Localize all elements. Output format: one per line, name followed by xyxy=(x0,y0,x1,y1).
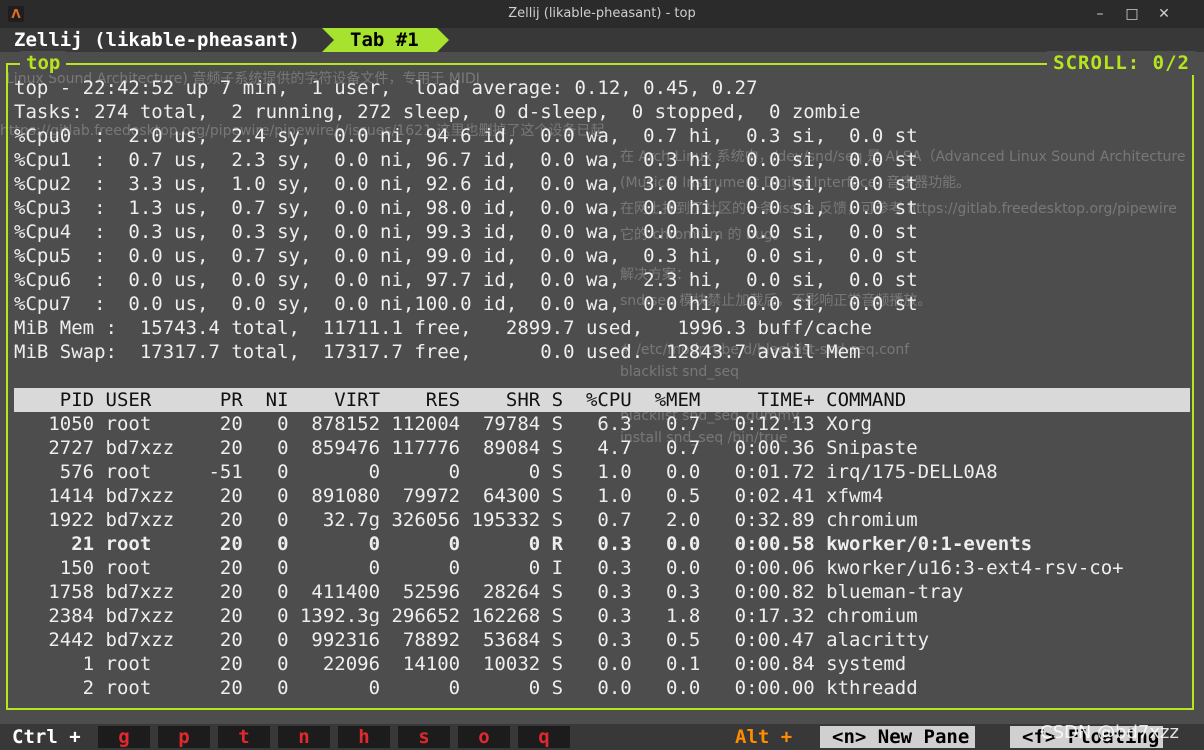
process-row-running: 21 root 20 0 0 0 0 R 0.3 0.0 0:00.58 kwo… xyxy=(14,533,1033,555)
csdn-watermark: CSDN @bd7xzz xyxy=(1040,722,1179,743)
key-move-h[interactable]: h xyxy=(338,726,390,748)
key-pane-p[interactable]: p xyxy=(158,726,210,748)
minimize-button[interactable]: – xyxy=(1090,4,1110,24)
zellij-tab-bar: Zellij (likable-pheasant) Tab #1 xyxy=(0,28,1204,52)
process-row: 2442 bd7xzz 20 0 992316 78892 53684 S 0.… xyxy=(14,629,930,651)
window-titlebar: Λ Zellij (likable-pheasant) - top – □ ✕ xyxy=(0,0,1204,28)
session-name: Zellij (likable-pheasant) xyxy=(14,29,300,51)
process-row: 576 root -51 0 0 0 0 S 1.0 0.0 0:01.72 i… xyxy=(14,461,998,483)
alt-modifier-label: Alt + xyxy=(735,726,793,748)
new-pane-hint[interactable]: <n> New Pane xyxy=(820,726,976,748)
pane-title: top xyxy=(20,51,67,75)
cpu-line: %Cpu2 : 3.3 us, 1.0 sy, 0.0 ni, 92.6 id,… xyxy=(14,173,918,195)
uptime-line: top - 22:42:52 up 7 min, 1 user, load av… xyxy=(14,77,758,99)
cpu-line: %Cpu3 : 1.3 us, 0.7 sy, 0.0 ni, 98.0 id,… xyxy=(14,197,918,219)
cpu-line: %Cpu0 : 2.0 us, 2.4 sy, 0.0 ni, 94.6 id,… xyxy=(14,125,918,147)
process-row: 1758 bd7xzz 20 0 411400 52596 28264 S 0.… xyxy=(14,581,964,603)
mem-line: MiB Mem : 15743.4 total, 11711.1 free, 2… xyxy=(14,317,872,339)
process-row: 2727 bd7xzz 20 0 859476 117776 89084 S 4… xyxy=(14,437,918,459)
key-resize-n[interactable]: n xyxy=(278,726,330,748)
tasks-line: Tasks: 274 total, 2 running, 272 sleep, … xyxy=(14,101,861,123)
process-row: 2384 bd7xzz 20 0 1392.3g 296652 162268 S… xyxy=(14,605,918,627)
key-quit-q[interactable]: q xyxy=(518,726,570,748)
cpu-line: %Cpu5 : 0.0 us, 0.7 sy, 0.0 ni, 99.0 id,… xyxy=(14,245,918,267)
process-row: 1 root 20 0 22096 14100 10032 S 0.0 0.1 … xyxy=(14,653,907,675)
key-session-o[interactable]: o xyxy=(458,726,510,748)
swap-line: MiB Swap: 17317.7 total, 17317.7 free, 0… xyxy=(14,341,861,363)
window-title: Zellij (likable-pheasant) - top xyxy=(508,6,696,21)
process-row: 150 root 20 0 0 0 0 I 0.3 0.0 0:00.06 kw… xyxy=(14,557,1124,579)
key-lock-g[interactable]: g xyxy=(98,726,150,748)
maximize-button[interactable]: □ xyxy=(1122,4,1142,24)
process-row: 1414 bd7xzz 20 0 891080 79972 64300 S 1.… xyxy=(14,485,884,507)
scroll-indicator: SCROLL: 0/2 xyxy=(1047,51,1196,75)
ctrl-modifier-label: Ctrl + xyxy=(12,726,81,748)
cpu-line: %Cpu4 : 0.3 us, 0.3 sy, 0.0 ni, 99.3 id,… xyxy=(14,221,918,243)
process-row: 1050 root 20 0 878152 112004 79784 S 6.3… xyxy=(14,413,872,435)
close-button[interactable]: ✕ xyxy=(1154,4,1174,24)
cpu-line: %Cpu1 : 0.7 us, 2.3 sy, 0.0 ni, 96.7 id,… xyxy=(14,149,918,171)
process-row: 2 root 20 0 0 0 0 S 0.0 0.0 0:00.00 kthr… xyxy=(14,677,918,699)
process-table-header[interactable]: PID USER PR NI VIRT RES SHR S %CPU %MEM … xyxy=(14,388,1190,412)
cpu-line: %Cpu7 : 0.0 us, 0.0 sy, 0.0 ni,100.0 id,… xyxy=(14,293,918,315)
zellij-status-bar: Ctrl + g p t n h s o q Alt + <n> New Pan… xyxy=(0,724,1204,750)
tab-1[interactable]: Tab #1 xyxy=(322,28,449,52)
key-search-s[interactable]: s xyxy=(398,726,450,748)
key-tab-t[interactable]: t xyxy=(218,726,270,748)
cpu-line: %Cpu6 : 0.0 us, 0.0 sy, 0.0 ni, 97.7 id,… xyxy=(14,269,918,291)
process-row: 1922 bd7xzz 20 0 32.7g 326056 195332 S 0… xyxy=(14,509,918,531)
